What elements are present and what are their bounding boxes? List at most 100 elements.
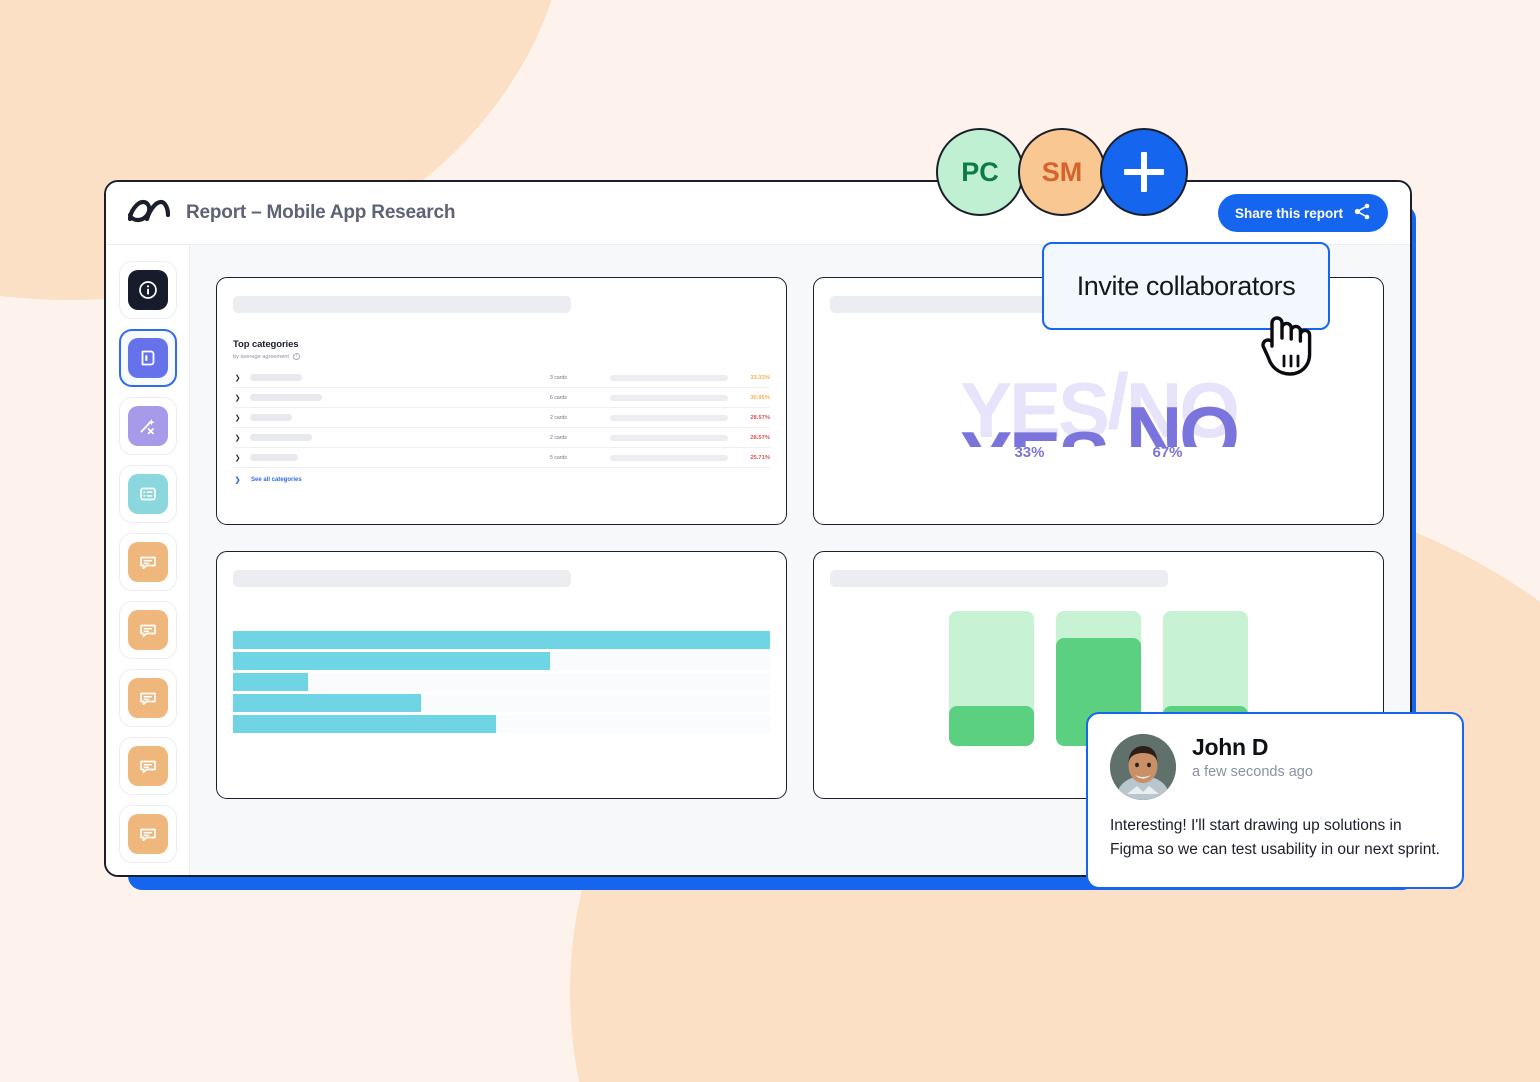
agreement-percentage: 25.71%	[750, 454, 770, 461]
agreement-bar-track	[610, 434, 728, 441]
collaborator-avatars: PC SM	[936, 128, 1188, 216]
bar-fill	[233, 673, 309, 691]
info-icon[interactable]: i	[292, 353, 300, 360]
sidebar-item-comment-5[interactable]	[118, 805, 177, 863]
table-row[interactable]: ❯ 6 cards 30.95%	[233, 388, 770, 408]
avatar-sm[interactable]: SM	[1018, 128, 1106, 216]
avatar-initials: PC	[961, 156, 999, 187]
share-nodes-icon	[1354, 203, 1371, 223]
bar-track	[233, 715, 770, 733]
chevron-right-icon[interactable]: ❯	[233, 394, 242, 402]
avatar-initials: SM	[1041, 156, 1083, 187]
top-categories-rows: ❯ 3 cards 33.33% ❯ 6 cards 30.95% ❯ 2 cards 28.5…	[233, 368, 770, 468]
comment-card[interactable]: John D a few seconds ago Interesting! I'…	[1086, 712, 1464, 889]
comment-meta: John D a few seconds ago	[1192, 734, 1313, 780]
bar-fill	[233, 694, 421, 712]
bar-fill	[233, 715, 497, 733]
sidebar-item-comment-4[interactable]	[118, 737, 177, 795]
bar-track	[233, 652, 770, 670]
category-name-placeholder	[250, 414, 292, 421]
bar-track	[233, 673, 770, 691]
user-photo-avatar	[1110, 734, 1176, 800]
comment-bubble-icon	[127, 814, 168, 854]
chevron-right-icon[interactable]: ❯	[233, 454, 242, 462]
agreement-bar-track	[610, 394, 728, 401]
bar-track	[233, 694, 770, 712]
chevron-right-icon[interactable]: ❯	[233, 414, 242, 422]
chevron-right-icon[interactable]: ❯	[233, 434, 242, 442]
yes-no-percentages: 33% 67%	[814, 444, 1383, 461]
card-count: 6 cards	[550, 394, 568, 401]
agreement-percentage: 33.33%	[750, 374, 770, 381]
agreement-bar-track	[610, 374, 728, 381]
sidebar-item-comment-2[interactable]	[118, 601, 177, 659]
maze-logo	[128, 198, 170, 228]
agreement-percentage: 30.95%	[750, 394, 770, 401]
comment-bubble-icon	[127, 678, 168, 718]
table-row[interactable]: ❯ 5 cards 25.71%	[233, 448, 770, 468]
category-name-placeholder	[250, 434, 312, 441]
category-name-placeholder	[250, 454, 298, 461]
bar-fill	[949, 705, 1034, 746]
info-circle-icon	[127, 270, 168, 310]
agreement-percentage: 28.57%	[750, 414, 770, 421]
see-all-categories-label: See all categories	[251, 477, 302, 483]
card-horizontal-bars[interactable]	[216, 551, 787, 799]
card-title-placeholder	[233, 570, 572, 587]
chevron-right-icon[interactable]: ❯	[233, 374, 242, 382]
see-all-categories-link[interactable]: ❯ See all categories	[233, 476, 770, 484]
card-count: 5 cards	[550, 454, 568, 461]
sidebar-item-comment-3[interactable]	[118, 669, 177, 727]
card-count: 2 cards	[550, 434, 568, 441]
list-block-icon	[127, 474, 168, 514]
comment-message: Interesting! I'll start drawing up solut…	[1110, 817, 1440, 859]
horizontal-bar-chart	[233, 631, 770, 733]
category-name-placeholder	[250, 394, 322, 401]
sidebar-item-card-sort[interactable]	[118, 329, 177, 387]
comment-bubble-icon	[127, 746, 168, 786]
word-fill-overlay: NO	[1125, 397, 1237, 447]
hand-pointer-cursor	[1256, 306, 1320, 376]
sidebar-item-comment-1[interactable]	[118, 533, 177, 591]
bar-track	[949, 611, 1034, 746]
share-button-label: Share this report	[1234, 205, 1343, 221]
top-categories-subtitle-text: by average agreement	[233, 353, 289, 360]
bar-fill	[233, 631, 770, 649]
comment-timestamp: a few seconds ago	[1192, 764, 1313, 780]
card-top-categories[interactable]: Top categories by average agreement i ❯ 3…	[216, 277, 787, 525]
category-name-placeholder	[250, 374, 302, 381]
comment-bubble-icon	[127, 610, 168, 650]
card-count: 2 cards	[550, 414, 568, 421]
sidebar-item-magic[interactable]	[118, 397, 177, 455]
table-row[interactable]: ❯ 2 cards 28.57%	[233, 408, 770, 428]
agreement-bar-track	[610, 414, 728, 421]
top-categories-header: Top categories by average agreement i	[233, 339, 770, 360]
bar-fill	[233, 652, 550, 670]
comment-author: John D	[1192, 734, 1269, 760]
top-categories-subtitle: by average agreement i	[233, 353, 770, 360]
no-word: NO NO	[1125, 365, 1240, 454]
card-title-placeholder	[233, 296, 572, 313]
avatar-pc[interactable]: PC	[936, 128, 1024, 216]
card-count: 3 cards	[550, 374, 568, 381]
table-row[interactable]: ❯ 2 cards 28.57%	[233, 428, 770, 448]
table-row[interactable]: ❯ 3 cards 33.33%	[233, 368, 770, 388]
no-percentage: 67%	[1152, 444, 1183, 461]
comment-header: John D a few seconds ago	[1110, 734, 1440, 800]
yes-word: YESYES	[960, 365, 1110, 454]
sidebar-item-list[interactable]	[118, 465, 177, 523]
agreement-bar-track	[610, 454, 728, 461]
sidebar-item-info[interactable]	[118, 261, 177, 319]
yes-percentage: 33%	[1014, 444, 1045, 461]
plus-icon	[1141, 152, 1147, 192]
share-report-button[interactable]: Share this report	[1217, 194, 1388, 232]
yes-no-separator: /	[1107, 357, 1129, 445]
add-collaborator-button[interactable]	[1100, 128, 1188, 216]
card-document-icon	[127, 338, 168, 378]
bar-track	[233, 631, 770, 649]
top-categories-title: Top categories	[233, 339, 299, 350]
sidebar	[106, 245, 190, 875]
titlebar: Report – Mobile App Research Share this …	[106, 182, 1410, 244]
chevron-right-icon: ❯	[234, 477, 241, 484]
tooltip-label: Invite collaborators	[1076, 270, 1296, 301]
